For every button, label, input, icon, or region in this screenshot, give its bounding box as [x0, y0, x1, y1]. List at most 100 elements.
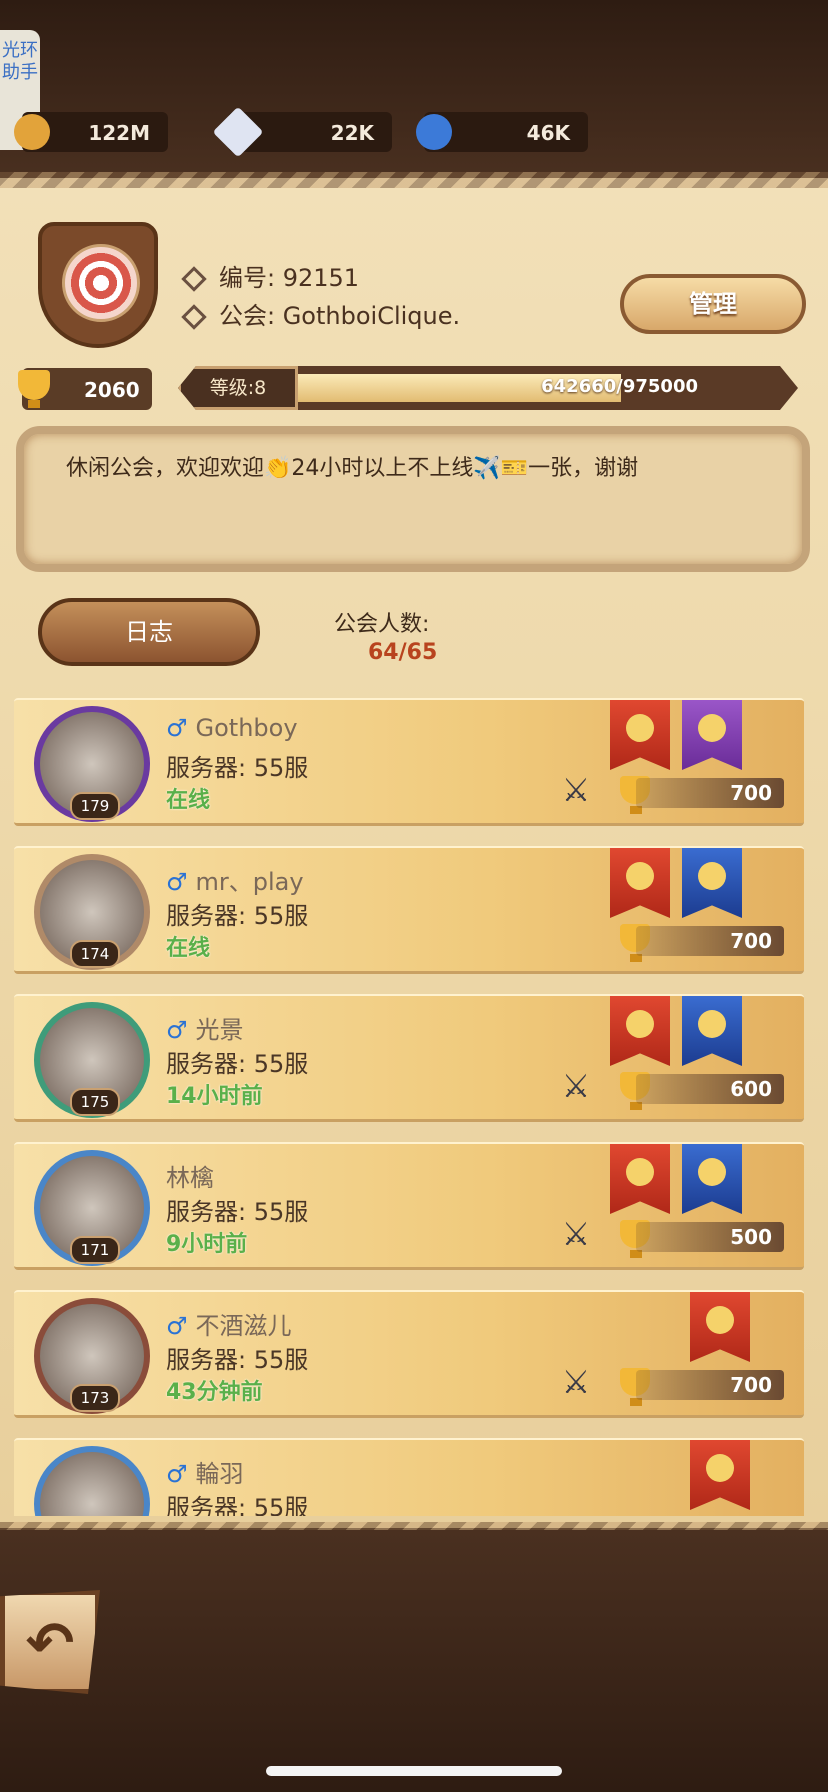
- member-card[interactable]: 175 ♂ 光景服务器: 55服 14小时前 ⚔ 600: [14, 994, 804, 1122]
- guild-exp-text: 642660/975000: [541, 376, 698, 397]
- banner-emblem-icon: [706, 1454, 734, 1482]
- member-trophy-score: 700: [636, 926, 784, 956]
- crossed-swords-icon[interactable]: ⚔: [554, 1508, 598, 1516]
- male-gender-icon: ♂: [166, 714, 188, 742]
- guild-motto-box: 休闲公会，欢迎欢迎👏24小时以上不上线✈️🎫一张，谢谢: [16, 426, 810, 572]
- member-trophy-score: 700: [636, 778, 784, 808]
- banner-emblem-icon: [626, 1158, 654, 1186]
- member-level-badge: 174: [70, 940, 120, 968]
- red-banner-icon: [610, 700, 670, 770]
- member-level-badge: 179: [70, 792, 120, 820]
- red-banner-icon: [610, 996, 670, 1066]
- members-count: 64/65: [368, 640, 438, 665]
- member-server: 服务器: 55服: [166, 754, 309, 782]
- back-button[interactable]: ↶: [0, 1590, 100, 1694]
- guild-emblem[interactable]: [38, 222, 158, 348]
- member-name-line: ♂ 不酒滋儿: [166, 1306, 292, 1341]
- diamond-bullet-icon: [181, 266, 207, 292]
- male-gender-icon: ♂: [166, 1460, 188, 1488]
- banner-emblem-icon: [626, 714, 654, 742]
- guild-level-label: 等级:8: [178, 366, 298, 410]
- guild-level-bar: 等级:8 642660/975000: [178, 366, 798, 410]
- member-online-status: 43分钟前: [166, 1380, 263, 1405]
- member-level-badge: 175: [70, 1088, 120, 1116]
- orb-counter[interactable]: 46K: [416, 112, 588, 152]
- gold-value: 122M: [88, 121, 150, 145]
- member-card[interactable]: 174 ♂ mr、play 服务器: 55服 在线 700: [14, 846, 804, 974]
- banner-emblem-icon: [626, 862, 654, 890]
- crossed-swords-icon[interactable]: ⚔: [554, 768, 598, 812]
- member-server: 服务器: 55服: [166, 1494, 309, 1516]
- guild-name-line: 公会: GothboiClique.: [181, 296, 461, 331]
- member-card[interactable]: 171 林檎服务器: 55服 9小时前 ⚔ 500: [14, 1142, 804, 1270]
- member-name: 不酒滋儿: [195, 1312, 292, 1340]
- banner-emblem-icon: [698, 714, 726, 742]
- member-online-status: 9小时前: [166, 1232, 248, 1257]
- diamond-counter[interactable]: 22K: [212, 106, 392, 158]
- member-name-line: ♂ mr、play: [166, 862, 304, 897]
- gold-coin-icon: [14, 114, 50, 150]
- member-online-status: 在线: [166, 936, 211, 961]
- member-trophy-score: 600: [636, 1074, 784, 1104]
- member-name-line: ♂ Gothboy: [166, 714, 298, 742]
- member-card[interactable]: ♂輪羽服务器: 55服 ⚔: [14, 1438, 804, 1516]
- diamond-bullet-icon: [181, 304, 207, 330]
- member-server: 服务器: 55服: [166, 1198, 309, 1226]
- guild-id-line: 编号: 92151: [181, 258, 360, 293]
- guild-trophy-count: 2060: [84, 378, 140, 402]
- member-server: 服务器: 55服: [166, 1050, 309, 1078]
- banner-emblem-icon: [626, 1010, 654, 1038]
- member-level-badge: 171: [70, 1236, 120, 1264]
- member-name: 林檎: [166, 1164, 214, 1192]
- member-server: 服务器: 55服: [166, 1346, 309, 1374]
- member-online-status: 14小时前: [166, 1084, 263, 1109]
- purple-banner-icon: [682, 700, 742, 770]
- member-name-line: 林檎: [166, 1158, 214, 1193]
- log-button[interactable]: 日志: [38, 598, 260, 666]
- red-banner-icon: [690, 1440, 750, 1510]
- panel-top-border: [0, 172, 828, 188]
- gold-counter[interactable]: 122M: [14, 112, 168, 152]
- guild-motto: 休闲公会，欢迎欢迎👏24小时以上不上线✈️🎫一张，谢谢: [66, 456, 639, 481]
- trophy-icon: [18, 370, 50, 408]
- banner-emblem-icon: [698, 1010, 726, 1038]
- crossed-swords-icon[interactable]: ⚔: [554, 1360, 598, 1404]
- blue-orb-icon: [416, 114, 452, 150]
- red-banner-icon: [610, 848, 670, 918]
- top-resource-bar: [0, 0, 828, 180]
- member-name: 光景: [195, 1016, 244, 1044]
- orb-value: 46K: [526, 121, 570, 145]
- member-name: 輪羽: [195, 1460, 244, 1488]
- member-card[interactable]: 179 ♂ Gothboy 服务器: 55服 在线 ⚔ 700: [14, 698, 804, 826]
- manage-button[interactable]: 管理: [620, 274, 806, 334]
- red-banner-icon: [690, 1292, 750, 1362]
- member-trophy-score: 500: [636, 1222, 784, 1252]
- member-name-line: ♂ 輪羽: [166, 1454, 244, 1489]
- crossed-swords-icon[interactable]: ⚔: [554, 1212, 598, 1256]
- target-emblem-icon: [62, 244, 140, 322]
- banner-emblem-icon: [698, 1158, 726, 1186]
- male-gender-icon: ♂: [166, 1312, 188, 1340]
- member-level-badge: 173: [70, 1384, 120, 1412]
- member-server: 服务器: 55服: [166, 902, 309, 930]
- bottom-bar: [0, 1530, 828, 1792]
- home-indicator[interactable]: [266, 1766, 562, 1776]
- member-avatar[interactable]: [34, 1446, 150, 1516]
- male-gender-icon: ♂: [166, 1016, 188, 1044]
- member-trophy-score: 700: [636, 1370, 784, 1400]
- male-gender-icon: ♂: [166, 868, 188, 896]
- diamond-value: 22K: [330, 121, 374, 145]
- member-name: mr、play: [195, 868, 304, 896]
- banner-emblem-icon: [698, 862, 726, 890]
- guild-name: 公会: GothboiClique.: [219, 302, 461, 330]
- member-list[interactable]: 179 ♂ Gothboy 服务器: 55服 在线 ⚔ 700 174 ♂ mr、play 服务器:…: [0, 690, 828, 1516]
- blue-banner-icon: [682, 996, 742, 1066]
- blue-banner-icon: [682, 848, 742, 918]
- member-online-status: 在线: [166, 788, 211, 813]
- guild-trophy-box: 2060: [18, 368, 152, 410]
- crossed-swords-icon[interactable]: ⚔: [554, 1064, 598, 1108]
- guild-id: 编号: 92151: [219, 264, 360, 292]
- member-name-line: ♂ 光景: [166, 1010, 244, 1045]
- banner-emblem-icon: [706, 1306, 734, 1334]
- member-card[interactable]: 173 ♂ 不酒滋儿服务器: 55服 43分钟前 ⚔ 700: [14, 1290, 804, 1418]
